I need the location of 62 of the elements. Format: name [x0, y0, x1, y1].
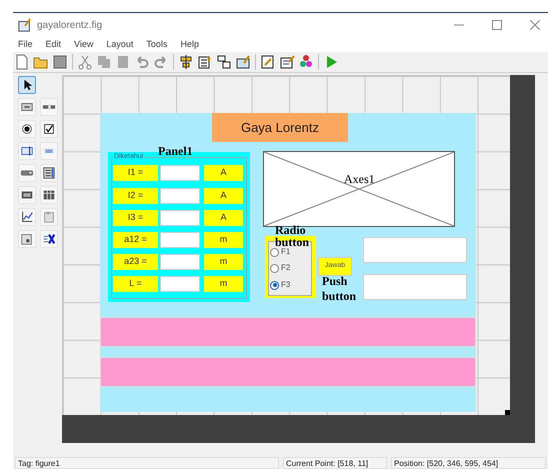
object-browser-icon[interactable]	[298, 54, 314, 70]
new-file-icon[interactable]	[14, 54, 30, 70]
unit-label: m	[204, 254, 243, 270]
listbox-icon	[42, 166, 56, 180]
variable-label: a23 =	[113, 254, 158, 270]
maximize-icon[interactable]	[492, 20, 502, 30]
unit-label: A	[204, 188, 243, 204]
variable-label: I3 =	[113, 210, 158, 226]
save-icon[interactable]	[52, 54, 68, 70]
menu-item[interactable]: Layout	[106, 38, 134, 52]
variable-label: L =	[113, 276, 158, 292]
radio-button-group	[265, 236, 316, 298]
unit-label: m	[204, 232, 243, 248]
radio-option[interactable]: F2	[270, 262, 290, 274]
button-group-icon	[20, 232, 34, 246]
resize-handle[interactable]	[505, 410, 510, 415]
editor-icon[interactable]	[260, 54, 276, 70]
menu-item[interactable]: Edit	[46, 38, 62, 52]
variable-label: I1 =	[113, 165, 158, 181]
variable-label: a12 =	[113, 232, 158, 248]
unit-label: m	[204, 276, 243, 292]
panel-icon	[42, 210, 56, 224]
palette-tool[interactable]	[18, 76, 36, 94]
close-icon[interactable]	[530, 20, 540, 30]
input-field[interactable]	[160, 232, 200, 248]
input-field[interactable]	[160, 254, 200, 270]
unit-label: A	[204, 165, 243, 181]
cut-icon[interactable]	[77, 54, 93, 70]
radio-icon	[20, 122, 34, 136]
input-field[interactable]	[160, 276, 200, 292]
output-field[interactable]	[363, 237, 467, 263]
axes-icon	[20, 210, 34, 224]
menu-editor-icon[interactable]	[197, 54, 213, 70]
toolbar-editor-icon[interactable]	[235, 54, 251, 70]
input-field[interactable]	[160, 210, 200, 226]
tab-order-icon[interactable]	[216, 54, 232, 70]
axes-annotation: Axes1	[344, 172, 375, 186]
input-field[interactable]	[160, 165, 200, 181]
unit-label: A	[204, 210, 243, 226]
radio-option[interactable]: F3	[270, 279, 290, 291]
menu-item[interactable]: View	[74, 38, 94, 52]
menu-item[interactable]: Help	[180, 38, 199, 52]
property-inspector-icon[interactable]	[279, 54, 295, 70]
status-field: Position: [520, 346, 595, 454]	[391, 457, 546, 469]
align-icon[interactable]	[178, 54, 194, 70]
output-field[interactable]	[363, 274, 467, 300]
checkbox-icon	[42, 122, 56, 136]
window-title: gayalorentz.fig	[37, 18, 102, 32]
status-field: Tag: figure1	[15, 457, 279, 469]
activex-icon	[42, 232, 56, 246]
radio-option[interactable]: F1	[270, 246, 290, 258]
input-field[interactable]	[160, 188, 200, 204]
status-field: Current Point: [518, 11]	[283, 457, 387, 469]
menu-item[interactable]: Tools	[146, 38, 168, 52]
variable-label: I2 =	[113, 188, 158, 204]
push-button-annotation: Push button	[322, 274, 358, 304]
figure-title: Gaya Lorentz	[212, 113, 348, 142]
figure-app-icon	[18, 18, 32, 32]
push-button-icon	[20, 100, 34, 114]
menu-item[interactable]: File	[18, 38, 33, 52]
edit-text-icon	[20, 144, 34, 158]
table-icon	[42, 188, 56, 202]
